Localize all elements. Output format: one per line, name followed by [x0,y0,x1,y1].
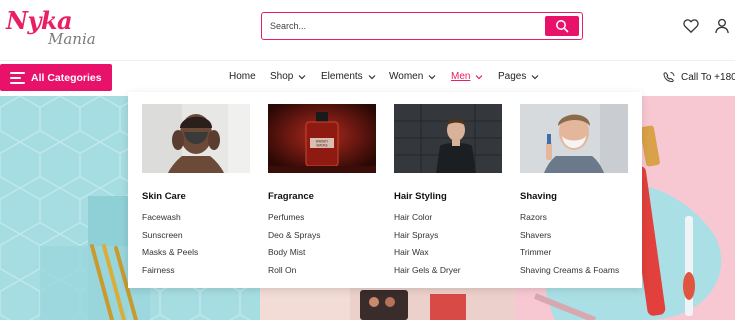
menu-link-facewash[interactable]: Facewash [142,209,252,227]
menu-link-fairness[interactable]: Fairness [142,262,252,280]
menu-link-sunscreen[interactable]: Sunscreen [142,227,252,245]
shaving-links: Razors Shavers Trimmer Shaving Creams & … [520,209,630,279]
chevron-down-icon [428,74,436,79]
hair-styling-title[interactable]: Hair Styling [394,191,504,202]
menu-link-masks-peels[interactable]: Masks & Peels [142,244,252,262]
main-navbar: All Categories Home Shop Elements Women … [0,60,735,92]
phone-icon [663,72,675,83]
menu-link-body-mist[interactable]: Body Mist [268,244,378,262]
fragrance-title[interactable]: Fragrance [268,191,378,202]
skin-care-links: Facewash Sunscreen Masks & Peels Fairnes… [142,209,252,279]
skin-care-image[interactable] [142,104,250,173]
search-input[interactable] [270,17,540,35]
men-mega-menu: Skin Care Facewash Sunscreen Masks & Pee… [128,92,642,288]
hamburger-icon [10,71,25,84]
all-categories-button[interactable]: All Categories [0,64,112,91]
nav-pages-label: Pages [498,71,527,82]
shaving-title[interactable]: Shaving [520,191,630,202]
nav-home[interactable]: Home [229,71,256,82]
mega-column-skin-care: Skin Care Facewash Sunscreen Masks & Pee… [142,104,252,279]
menu-link-roll-on[interactable]: Roll On [268,262,378,280]
chevron-down-icon [476,74,483,79]
menu-link-hair-sprays[interactable]: Hair Sprays [394,227,504,245]
call-label: Call To +180 [681,71,735,83]
skin-care-title[interactable]: Skin Care [142,191,252,202]
call-link[interactable]: Call To +180 [662,71,735,83]
nav-home-label: Home [229,71,256,82]
menu-link-trimmer[interactable]: Trimmer [520,244,630,262]
menu-link-hair-gels-dryer[interactable]: Hair Gels & Dryer [394,262,504,280]
svg-text:SMOKE: SMOKE [316,144,328,148]
menu-link-hair-color[interactable]: Hair Color [394,209,504,227]
fragrance-links: Perfumes Deo & Sprays Body Mist Roll On [268,209,378,279]
menu-link-perfumes[interactable]: Perfumes [268,209,378,227]
search-bar [261,12,583,40]
menu-link-shaving-creams-foams[interactable]: Shaving Creams & Foams [520,262,630,280]
menu-link-hair-wax[interactable]: Hair Wax [394,244,504,262]
logo-text-sub: Mania [48,30,96,48]
makeup-banner-image [260,286,515,320]
menu-link-razors[interactable]: Razors [520,209,630,227]
mega-column-shaving: Shaving Razors Shavers Trimmer Shaving C… [520,104,630,279]
nav-women[interactable]: Women [389,71,436,82]
mega-column-fragrance: WHISKY SMOKE Fragrance Perfumes Deo & Sp… [268,104,378,279]
hair-styling-image[interactable] [394,104,502,173]
nav-shop[interactable]: Shop [270,71,306,82]
all-categories-label: All Categories [31,71,102,84]
menu-link-shavers[interactable]: Shavers [520,227,630,245]
hair-styling-links: Hair Color Hair Sprays Hair Wax Hair Gel… [394,209,504,279]
user-icon[interactable] [713,17,731,35]
chevron-down-icon [368,74,376,79]
nav-pages[interactable]: Pages [498,71,539,82]
promo-banner-center[interactable] [260,286,515,320]
site-logo[interactable]: Nyka Mania [6,6,96,50]
nav-shop-label: Shop [270,71,294,82]
heart-icon[interactable] [682,17,700,35]
mega-column-hair-styling: Hair Styling Hair Color Hair Sprays Hair… [394,104,504,279]
nav-elements-label: Elements [321,71,363,82]
nav-elements[interactable]: Elements [321,71,376,82]
search-icon [556,20,569,33]
nav-men-label: Men [451,71,471,82]
chevron-down-icon [531,74,539,79]
menu-link-deo-sprays[interactable]: Deo & Sprays [268,227,378,245]
shaving-image[interactable] [520,104,628,173]
nav-men[interactable]: Men [451,71,483,82]
site-header: Nyka Mania [0,0,735,60]
fragrance-image[interactable]: WHISKY SMOKE [268,104,376,173]
search-button[interactable] [545,16,579,36]
nav-women-label: Women [389,71,424,82]
chevron-down-icon [298,74,306,79]
